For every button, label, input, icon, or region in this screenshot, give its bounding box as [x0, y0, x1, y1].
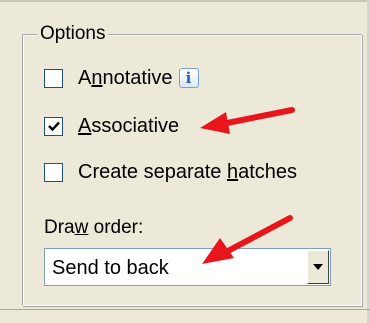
annotation-arrow-icon	[202, 215, 293, 264]
chevron-down-icon	[313, 264, 323, 270]
draw-order-selected-value: Send to back	[52, 257, 169, 279]
checkmark-icon	[47, 121, 60, 132]
options-group-title: Options	[37, 22, 109, 46]
associative-checkbox[interactable]	[44, 116, 63, 136]
annotative-label: Annotative	[78, 67, 173, 89]
separate-hatches-checkbox[interactable]	[44, 162, 63, 182]
dialog-top-edge	[0, 0, 370, 2]
associative-label: Associative	[78, 115, 180, 137]
separate-hatches-option[interactable]: Create separate hatches	[44, 158, 297, 186]
draw-order-label: Draw order:	[44, 217, 144, 238]
annotative-option[interactable]: Annotative i	[44, 64, 199, 92]
annotation-arrow-icon	[200, 107, 295, 134]
groupbox-bottom-divider	[0, 309, 370, 310]
info-icon[interactable]: i	[178, 68, 199, 88]
associative-option[interactable]: Associative	[44, 112, 179, 140]
separate-hatches-label: Create separate hatches	[78, 161, 298, 183]
annotative-checkbox[interactable]	[44, 68, 63, 88]
dropdown-button[interactable]	[307, 250, 329, 284]
